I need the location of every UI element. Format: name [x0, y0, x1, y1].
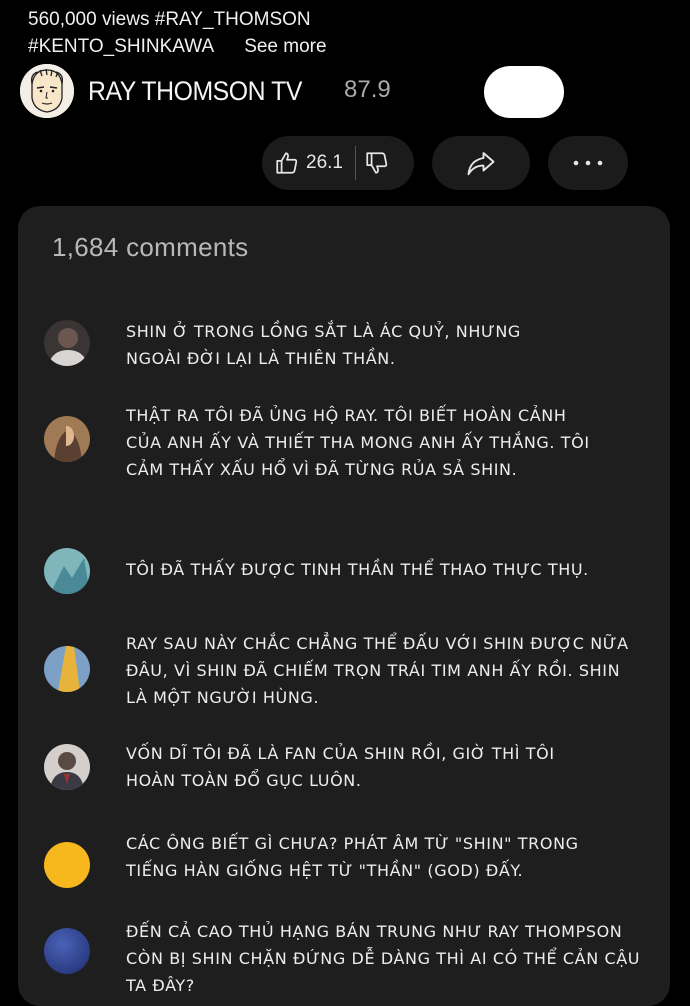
thumbs-down-icon: [366, 152, 388, 174]
like-count: 26.1: [306, 152, 343, 173]
channel-row: RAY THOMSON TV: [20, 64, 321, 118]
commenter-avatar[interactable]: [44, 744, 90, 790]
action-bar: 26.1: [262, 136, 628, 190]
commenter-avatar[interactable]: [44, 646, 90, 692]
comment-text: ĐẾN CẢ CAO THỦ HẠNG BÁN TRUNG NHƯ RAY TH…: [126, 922, 641, 995]
avatar-image-icon: [44, 646, 90, 692]
comment-text: SHIN Ở TRONG LỒNG SẮT LÀ ÁC QUỶ, NHƯNG N…: [126, 322, 521, 368]
avatar-image-icon: [44, 548, 90, 594]
like-button[interactable]: 26.1: [274, 150, 343, 176]
like-dislike-group: 26.1: [262, 136, 414, 190]
commenter-avatar[interactable]: [44, 842, 90, 888]
more-options-button[interactable]: [548, 136, 628, 190]
avatar-image-icon: [44, 416, 90, 462]
comment-text: TÔI ĐÃ THẤY ĐƯỢC TINH THẦN THỂ THAO THỰC…: [126, 560, 589, 579]
face-icon: [20, 64, 74, 118]
comment-text: THẬT RA TÔI ĐÃ ỦNG HỘ RAY. TÔI BIẾT HOÀN…: [126, 406, 590, 479]
channel-avatar[interactable]: [20, 64, 74, 118]
avatar-image-icon: [44, 744, 90, 790]
share-arrow-icon: [467, 152, 495, 176]
comment-text: VỐN DĨ TÔI ĐÃ LÀ FAN CỦA SHIN RỒI, GIỜ T…: [126, 744, 555, 790]
commenter-avatar[interactable]: [44, 928, 90, 974]
channel-name[interactable]: RAY THOMSON TV: [88, 76, 302, 107]
commenter-avatar[interactable]: [44, 416, 90, 462]
avatar-image-icon: [44, 320, 90, 366]
comments-panel: 1,684 comments SHIN Ở TRONG LỒNG SẮT LÀ …: [18, 206, 670, 1006]
more-dots-icon: [573, 160, 603, 166]
thumbs-up-icon: [276, 152, 298, 174]
dislike-button[interactable]: [364, 150, 390, 176]
like-divider: [354, 146, 356, 180]
video-meta: 560,000 views #RAY_THOMSON #KENTO_SHINKA…: [28, 6, 327, 60]
share-button[interactable]: [432, 136, 530, 190]
comments-count[interactable]: 1,684 comments: [52, 232, 248, 263]
hashtag-link[interactable]: #KENTO_SHINKAWA: [28, 33, 214, 60]
commenter-avatar[interactable]: [44, 320, 90, 366]
comment-text: CÁC ÔNG BIẾT GÌ CHƯA? PHÁT ÂM TỪ "SHIN" …: [126, 834, 579, 880]
comment-text: RAY SAU NÀY CHẮC CHẲNG THỂ ĐẤU VỚI SHIN …: [126, 634, 629, 707]
subscribe-button[interactable]: [484, 66, 564, 118]
subscriber-count: 87.9: [344, 76, 391, 103]
commenter-avatar[interactable]: [44, 548, 90, 594]
views-and-tag: 560,000 views #RAY_THOMSON: [28, 9, 311, 30]
see-more-link[interactable]: See more: [244, 33, 326, 60]
